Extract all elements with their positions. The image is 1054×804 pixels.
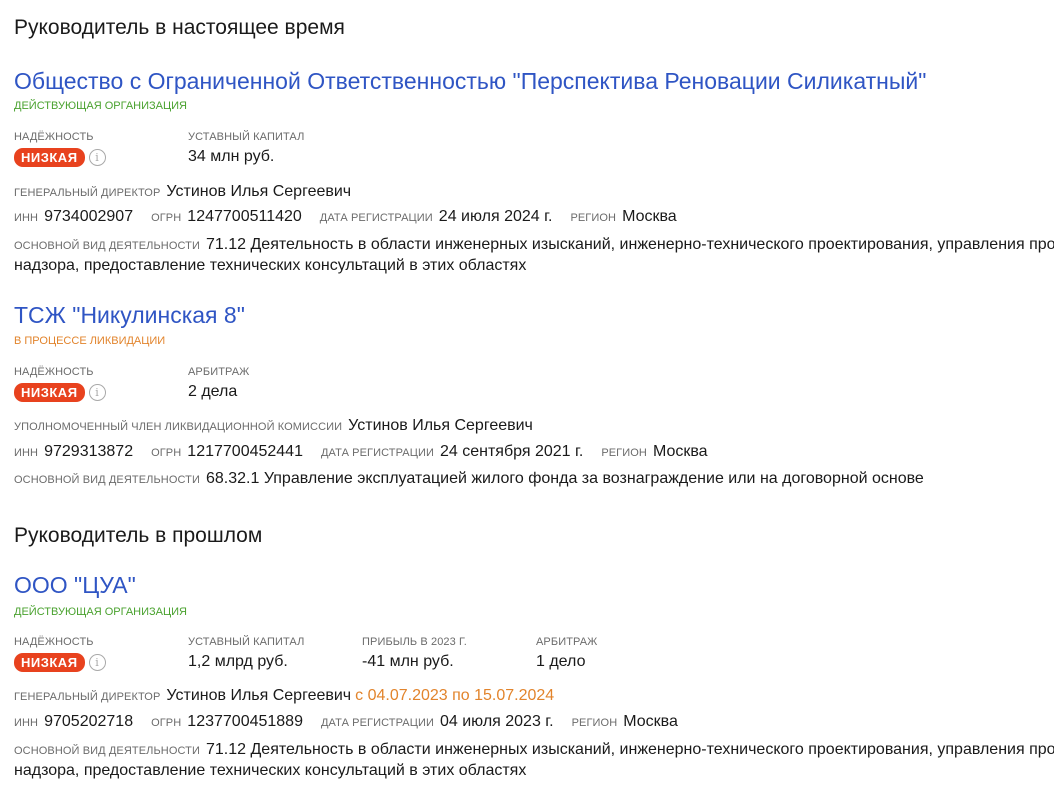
inn-value: 9705202718: [44, 713, 134, 730]
region-label: Регион: [570, 212, 617, 224]
inn-label: ИНН: [14, 212, 39, 224]
region-value: Москва: [622, 208, 677, 225]
activity-block: Основной вид деятельности 71.12 Деятельно…: [14, 235, 1054, 276]
org-name-link[interactable]: Общество с Ограниченной Ответственностью…: [14, 68, 926, 95]
activity-block: Основной вид деятельности 71.12 Деятельно…: [14, 740, 1054, 781]
info-icon[interactable]: i: [88, 654, 106, 672]
reg-date-value: 24 сентября 2021 г.: [439, 443, 584, 460]
region-label: Регион: [571, 717, 618, 729]
ogrn-label: ОГРН: [151, 447, 182, 459]
director-row: Генеральный директор Устинов Илья Сергеев…: [14, 183, 369, 201]
region-value: Москва: [652, 443, 708, 460]
info-icon[interactable]: i: [88, 384, 106, 402]
director-name[interactable]: Устинов Илья Сергеевич: [166, 183, 351, 200]
reg-date-label: Дата регистрации: [320, 447, 434, 459]
arbitration-value[interactable]: 2 дела: [188, 383, 237, 401]
org-status: В процессе ликвидации: [14, 335, 166, 347]
arbitration-value[interactable]: 1 дело: [536, 653, 585, 671]
capital-value: 34 млн руб.: [188, 148, 275, 165]
activity-line-1: 71.12 Деятельность в области инженерных …: [205, 236, 1054, 253]
director-orgs-panel: Руководитель в настоящее время Общество …: [0, 0, 1054, 804]
region-label: Регион: [601, 447, 647, 459]
reliability-badge: НИЗКАЯ: [14, 148, 85, 167]
arbitration-label: Арбитраж: [188, 366, 250, 378]
reg-date-label: Дата регистрации: [319, 212, 433, 224]
inn-label: ИНН: [14, 717, 39, 729]
reg-date-label: Дата регистрации: [320, 717, 434, 729]
org-status: Действующая организация: [14, 606, 187, 618]
reliability-label: Надёжность: [14, 366, 94, 378]
ogrn-value: 1217700452441: [187, 443, 303, 460]
ogrn-value: 1247700511420: [187, 208, 302, 225]
director-period: с 04.07.2023 по 15.07.2024: [355, 687, 555, 704]
org-name-link[interactable]: ООО "ЦУА": [14, 572, 136, 599]
reliability-badge: НИЗКАЯ: [14, 383, 85, 402]
requisites-row: ИНН 9705202718 ОГРН 1237700451889 Дата регис…: [14, 713, 696, 731]
activity-label: Основной вид деятельности: [14, 240, 200, 252]
org-status: Действующая организация: [14, 100, 187, 112]
reliability-value: НИЗКАЯ i: [14, 148, 106, 167]
director-label: Генеральный директор: [14, 691, 161, 703]
activity-line-2: надзора, предоставление технических конс…: [14, 257, 527, 274]
capital-value: 1,2 млрд руб.: [188, 653, 288, 670]
org-name-link[interactable]: ТСЖ "Никулинская 8": [14, 302, 245, 329]
activity-label: Основной вид деятельности: [14, 745, 200, 757]
activity-block: Основной вид деятельности 68.32.1 Управле…: [14, 470, 942, 488]
reg-date-value: 24 июля 2024 г.: [438, 208, 553, 225]
activity-label: Основной вид деятельности: [14, 474, 200, 486]
arbitration-label: Арбитраж: [536, 636, 598, 648]
reliability-value: НИЗКАЯ i: [14, 653, 106, 672]
reliability-label: Надёжность: [14, 131, 94, 143]
liquidator-row: Уполномоченный член ликвидационной комис…: [14, 417, 551, 435]
director-row: Генеральный директор Устинов Илья Сергеев…: [14, 687, 554, 705]
capital-label: Уставный капитал: [188, 636, 305, 648]
liquidator-name[interactable]: Устинов Илья Сергеевич: [348, 417, 533, 434]
activity-line-2: надзора, предоставление технических конс…: [14, 762, 527, 779]
requisites-row: ИНН 9729313872 ОГРН 1217700452441 Дата регис…: [14, 443, 726, 461]
profit-label: Прибыль в 2023 г.: [362, 636, 467, 648]
inn-value: 9734002907: [44, 208, 134, 225]
reliability-value: НИЗКАЯ i: [14, 383, 106, 402]
liquidator-label: Уполномоченный член ликвидационной комис…: [14, 421, 343, 433]
reg-date-value: 04 июля 2023 г.: [439, 713, 554, 730]
director-label: Генеральный директор: [14, 187, 161, 199]
activity-value: 68.32.1 Управление эксплуатацией жилого …: [205, 470, 924, 487]
requisites-row: ИНН 9734002907 ОГРН 1247700511420 Дата регис…: [14, 208, 695, 226]
section-title-current: Руководитель в настоящее время: [14, 16, 345, 39]
profit-value: -41 млн руб.: [362, 653, 454, 670]
reliability-label: Надёжность: [14, 636, 94, 648]
activity-line-1: 71.12 Деятельность в области инженерных …: [205, 741, 1054, 758]
region-value: Москва: [623, 713, 678, 730]
ogrn-label: ОГРН: [151, 212, 182, 224]
ogrn-value: 1237700451889: [187, 713, 303, 730]
director-name[interactable]: Устинов Илья Сергеевич: [166, 687, 351, 704]
reliability-badge: НИЗКАЯ: [14, 653, 85, 672]
inn-value: 9729313872: [44, 443, 134, 460]
section-title-past: Руководитель в прошлом: [14, 524, 263, 547]
inn-label: ИНН: [14, 447, 39, 459]
capital-label: Уставный капитал: [188, 131, 305, 143]
info-icon[interactable]: i: [88, 149, 106, 167]
ogrn-label: ОГРН: [151, 717, 182, 729]
